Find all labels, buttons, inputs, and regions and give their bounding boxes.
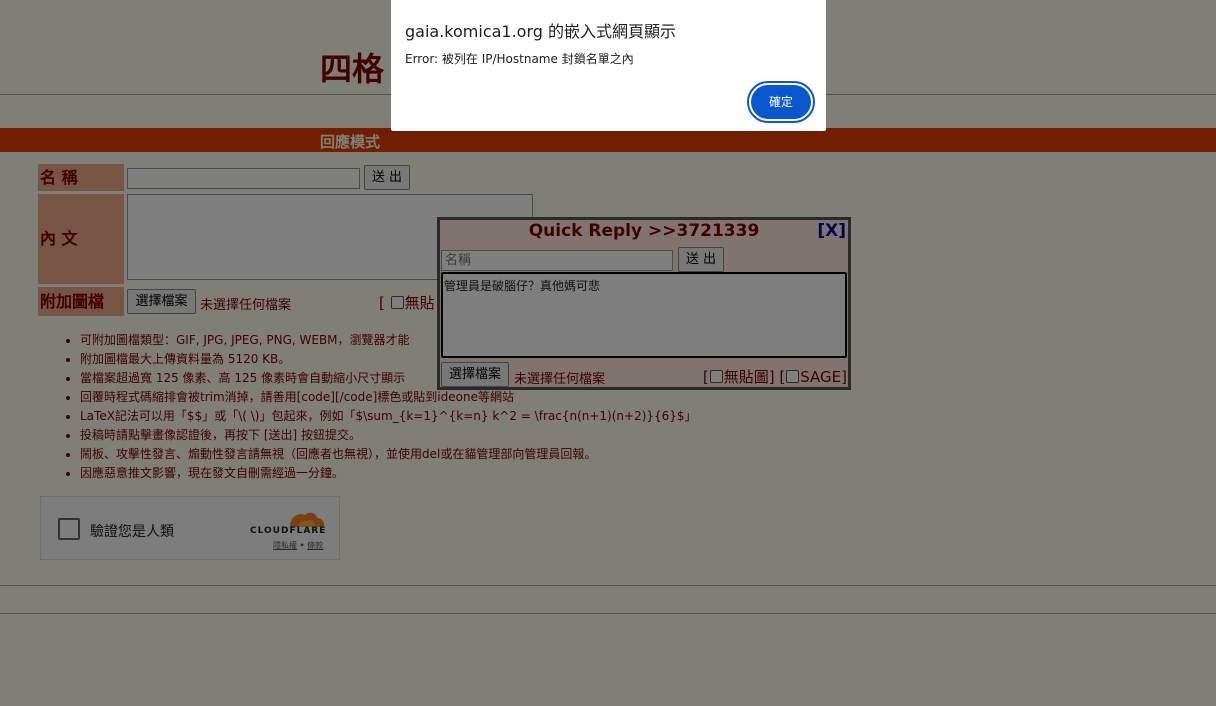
- dialog-message: Error: 被列在 IP/Hostname 封鎖名單之內: [405, 52, 634, 66]
- alert-dialog: gaia.komica1.org 的嵌入式網頁顯示 Error: 被列在 IP/…: [391, 0, 826, 131]
- dialog-title: gaia.komica1.org 的嵌入式網頁顯示: [405, 22, 677, 41]
- confirm-button-label: 確定: [751, 85, 811, 119]
- confirm-button[interactable]: 確定: [747, 81, 815, 123]
